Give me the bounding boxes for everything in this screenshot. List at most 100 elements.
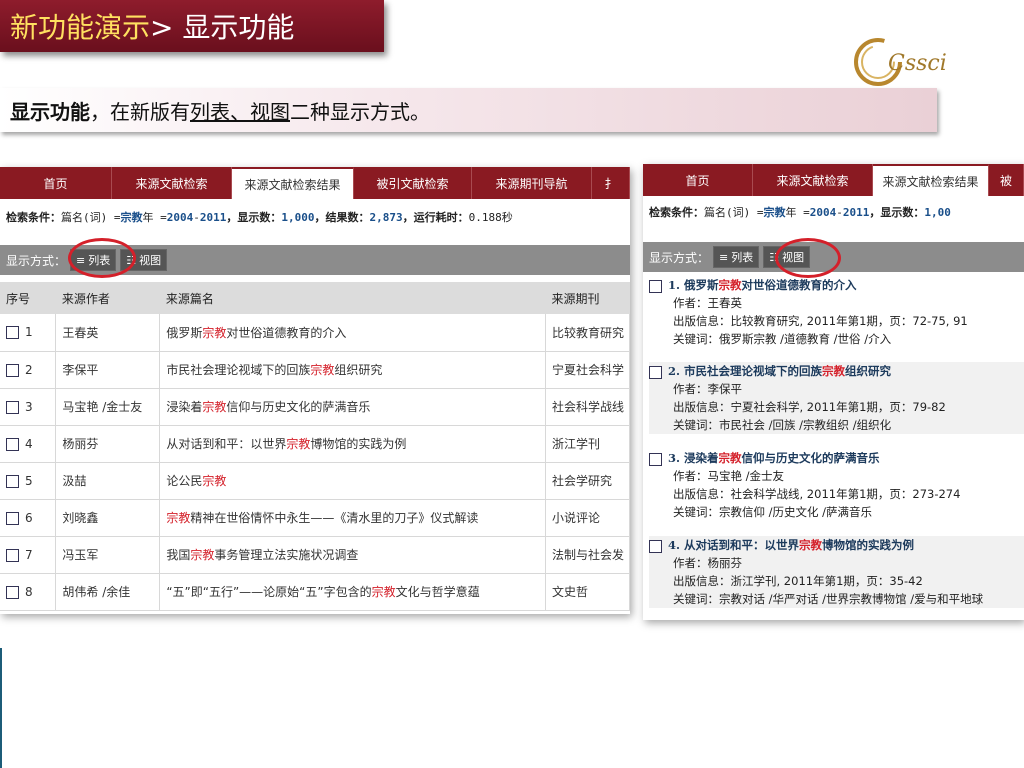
row-title-keyword: 宗教 xyxy=(202,325,227,340)
table-row[interactable]: 1 王春英 俄罗斯宗教对世俗道德教育的介入 比较教育研究 xyxy=(0,314,630,352)
tab-cited-search[interactable]: 被 xyxy=(989,164,1024,196)
search-conditions: 检索条件： 篇名(词) = 宗教 年 = 2004 - 2011 ，显示数： 1… xyxy=(643,198,1024,226)
entry-title[interactable]: 1. 俄罗斯宗教对世俗道德教育的介入 xyxy=(649,276,1024,294)
row-checkbox[interactable] xyxy=(6,437,19,451)
entry-title-post: 对世俗道德教育的介入 xyxy=(741,278,857,292)
tab-source-results[interactable]: 来源文献检索结果 xyxy=(873,164,989,196)
row-author[interactable]: 李保平 xyxy=(55,351,161,389)
table-row[interactable]: 7 冯玉军 我国宗教事务管理立法实施状况调查 法制与社会发 xyxy=(0,536,630,574)
row-author[interactable]: 胡伟希 /余佳 xyxy=(55,573,161,611)
list-mode-button[interactable]: ≡ 列表 xyxy=(713,246,760,268)
row-journal[interactable]: 法制与社会发 xyxy=(545,536,630,574)
cond-year-label: 年 = xyxy=(785,206,810,219)
cond-keyword: 宗教 xyxy=(120,211,143,224)
tab-source-search[interactable]: 来源文献检索 xyxy=(753,164,873,196)
row-title[interactable]: “五”即“五行”——论原始“五”字包含的宗教文化与哲学意蕴 xyxy=(159,573,547,611)
table-row[interactable]: 5 汲喆 论公民宗教 社会学研究 xyxy=(0,462,630,500)
entry-title-keyword: 宗教 xyxy=(822,364,846,378)
row-title[interactable]: 我国宗教事务管理立法实施状况调查 xyxy=(159,536,547,574)
entry-checkbox[interactable] xyxy=(649,365,662,379)
row-number-cell: 7 xyxy=(0,536,57,574)
cond-shown-label: ，显示数： xyxy=(869,206,925,219)
row-number-cell: 2 xyxy=(0,351,57,389)
table-row[interactable]: 8 胡伟希 /余佳 “五”即“五行”——论原始“五”字包含的宗教文化与哲学意蕴 文史哲 xyxy=(0,573,630,611)
entry-checkbox[interactable] xyxy=(649,279,662,293)
row-title[interactable]: 宗教精神在世俗情怀中永生——《清水里的刀子》仪式解读 xyxy=(159,499,547,537)
row-title[interactable]: 论公民宗教 xyxy=(159,462,547,500)
row-journal[interactable]: 宁夏社会科学 xyxy=(545,351,630,389)
entry-keywords: 关键词：市民社会 /回族 /宗教组织 /组织化 xyxy=(673,418,892,432)
entry-title[interactable]: 4. 从对话到和平：以世界宗教博物馆的实践为例 xyxy=(649,536,1024,554)
tab-home[interactable]: 首页 xyxy=(643,164,753,196)
subtitle-underlined: 列表、视图 xyxy=(190,99,290,124)
cond-label: 检索条件： xyxy=(649,206,704,219)
entry-title-pre: 1. 俄罗斯 xyxy=(668,278,719,292)
search-conditions: 检索条件： 篇名(词) = 宗教 年 = 2004 - 2011 ，显示数： 1… xyxy=(0,203,630,231)
row-title-post: 精神在世俗情怀中永生——《清水里的刀子》仪式解读 xyxy=(190,511,479,525)
entry-checkbox[interactable] xyxy=(649,539,662,553)
row-checkbox[interactable] xyxy=(6,363,19,377)
entry-publication: 出版信息：宁夏社会科学, 2011年第1期，页：79-82 xyxy=(673,400,946,414)
row-checkbox[interactable] xyxy=(6,585,19,599)
entry-checkbox[interactable] xyxy=(649,452,662,466)
header-journal: 来源期刊 xyxy=(545,282,630,314)
row-checkbox[interactable] xyxy=(6,511,19,525)
slide-title-accent: 新功能演示 xyxy=(10,11,151,44)
entry-title[interactable]: 2. 市民社会理论视域下的回族宗教组织研究 xyxy=(649,362,1024,380)
row-number-cell: 5 xyxy=(0,462,57,500)
row-title[interactable]: 市民社会理论视域下的回族宗教组织研究 xyxy=(159,351,547,389)
entry-title[interactable]: 3. 浸染着宗教信仰与历史文化的萨满音乐 xyxy=(649,449,1024,467)
entry-publication: 出版信息：浙江学刊, 2011年第1期，页：35-42 xyxy=(673,574,923,588)
row-journal[interactable]: 比较教育研究 xyxy=(545,314,630,352)
row-author[interactable]: 冯玉军 xyxy=(55,536,161,574)
row-journal[interactable]: 小说评论 xyxy=(545,499,630,537)
row-author[interactable]: 王春英 xyxy=(55,314,161,352)
tab-home[interactable]: 首页 xyxy=(0,167,112,199)
row-title[interactable]: 从对话到和平：以世界宗教博物馆的实践为例 xyxy=(159,425,547,463)
row-journal[interactable]: 社会学研究 xyxy=(545,462,630,500)
row-number: 7 xyxy=(25,547,33,562)
row-title-pre: 从对话到和平：以世界 xyxy=(166,437,287,451)
row-number-cell: 1 xyxy=(0,314,57,352)
list-mode-highlight-circle xyxy=(68,238,136,278)
mode-label: 显示方式： xyxy=(649,250,710,265)
entry-title-keyword: 宗教 xyxy=(799,538,823,552)
row-author[interactable]: 刘晓鑫 xyxy=(55,499,161,537)
table-row[interactable]: 6 刘晓鑫 宗教精神在世俗情怀中永生——《清水里的刀子》仪式解读 小说评论 xyxy=(0,499,630,537)
row-title-keyword: 宗教 xyxy=(202,400,227,414)
row-journal[interactable]: 社会科学战线 xyxy=(545,388,630,426)
row-number: 1 xyxy=(25,325,33,340)
row-checkbox[interactable] xyxy=(6,548,19,562)
table-row[interactable]: 2 李保平 市民社会理论视域下的回族宗教组织研究 宁夏社会科学 xyxy=(0,351,630,389)
entry-publication: 出版信息：社会科学战线, 2011年第1期，页：273-274 xyxy=(673,487,961,501)
tab-more[interactable]: 扌 xyxy=(592,167,630,199)
row-author[interactable]: 马宝艳 /金士友 xyxy=(55,388,161,426)
entry-keywords: 关键词：俄罗斯宗教 /道德教育 /世俗 /介入 xyxy=(673,332,892,346)
row-checkbox[interactable] xyxy=(6,400,19,414)
view-mode-label: 视图 xyxy=(139,254,162,267)
table-row[interactable]: 3 马宝艳 /金士友 浸染着宗教信仰与历史文化的萨满音乐 社会科学战线 xyxy=(0,388,630,426)
row-journal[interactable]: 文史哲 xyxy=(545,573,630,611)
row-title-pre: 市民社会理论视域下的回族 xyxy=(166,363,311,377)
tab-journal-nav[interactable]: 来源期刊导航 xyxy=(472,167,592,199)
table-row[interactable]: 4 杨丽芬 从对话到和平：以世界宗教博物馆的实践为例 浙江学刊 xyxy=(0,425,630,463)
cond-field: 篇名(词) = xyxy=(704,206,764,219)
nav-bar: 首页 来源文献检索 来源文献检索结果 被引文献检索 来源期刊导航 扌 xyxy=(0,167,630,199)
cond-year-to: 2011 xyxy=(842,205,870,219)
cond-shown: 1,000 xyxy=(281,210,315,224)
cond-result: 2,873 xyxy=(369,210,403,224)
tab-source-results[interactable]: 来源文献检索结果 xyxy=(232,167,354,199)
entry-title-keyword: 宗教 xyxy=(718,278,742,292)
slide-title-rest: > 显示功能 xyxy=(150,11,295,44)
tab-source-search[interactable]: 来源文献检索 xyxy=(112,167,232,199)
row-checkbox[interactable] xyxy=(6,474,19,488)
tab-cited-search[interactable]: 被引文献检索 xyxy=(354,167,472,199)
row-title[interactable]: 浸染着宗教信仰与历史文化的萨满音乐 xyxy=(159,388,547,426)
entry-title-pre: 3. 浸染着 xyxy=(668,451,719,465)
row-journal[interactable]: 浙江学刊 xyxy=(545,425,630,463)
row-checkbox[interactable] xyxy=(6,326,19,340)
row-author[interactable]: 杨丽芬 xyxy=(55,425,161,463)
row-title[interactable]: 俄罗斯宗教对世俗道德教育的介入 xyxy=(159,314,547,352)
row-number: 6 xyxy=(25,510,33,525)
row-author[interactable]: 汲喆 xyxy=(55,462,161,500)
